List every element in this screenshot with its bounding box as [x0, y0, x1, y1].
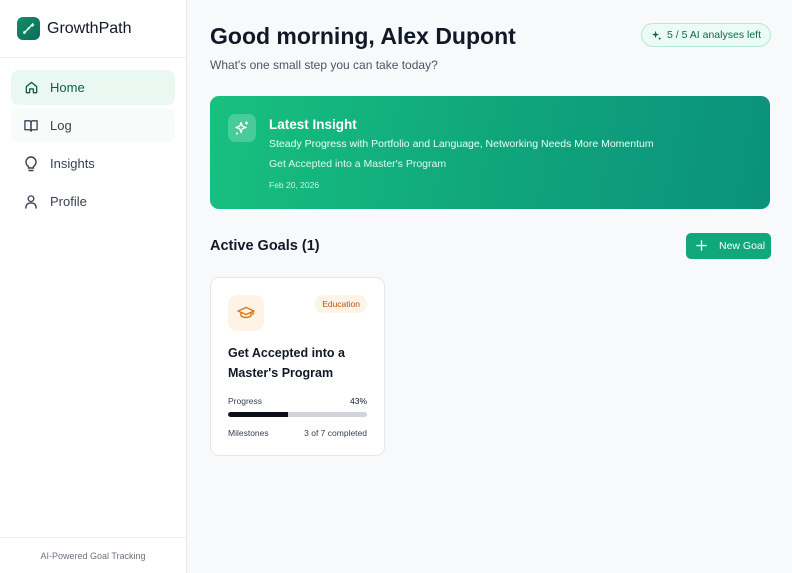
ai-analyses-text: 5 / 5 AI analyses left — [667, 29, 761, 41]
main-content: Good morning, Alex Dupont What's one sma… — [187, 0, 792, 573]
user-icon — [23, 194, 39, 210]
sidebar-item-label: Log — [50, 118, 72, 133]
sidebar-item-home[interactable]: Home — [11, 70, 175, 105]
sidebar-footer: AI-Powered Goal Tracking — [0, 537, 186, 573]
lightbulb-icon — [23, 155, 39, 172]
insight-headline: Steady Progress with Portfolio and Langu… — [269, 138, 654, 150]
insight-title: Latest Insight — [269, 117, 357, 132]
goal-card[interactable]: Education Get Accepted into a Master's P… — [210, 277, 385, 456]
goal-title: Get Accepted into a Master's Program — [228, 346, 345, 380]
milestones-value: 3 of 7 completed — [304, 428, 367, 438]
app-name: GrowthPath — [47, 19, 132, 37]
progress-value: 43% — [349, 396, 367, 406]
book-open-icon — [23, 118, 39, 134]
sparkles-icon — [228, 114, 256, 142]
category-badge: Education — [315, 295, 367, 313]
insight-goal: Get Accepted into a Master's Program — [269, 158, 447, 170]
active-goals-heading: Active Goals (1) — [210, 238, 320, 254]
sidebar-item-profile[interactable]: Profile — [11, 184, 175, 219]
ai-analyses-badge: 5 / 5 AI analyses left — [641, 23, 771, 47]
milestones-label: Milestones — [228, 428, 269, 438]
sidebar-item-label: Insights — [50, 156, 95, 171]
sidebar-nav: Home Log Insights Profile — [0, 58, 186, 219]
new-goal-button[interactable]: New Goal — [686, 233, 771, 259]
graduation-cap-icon — [228, 295, 264, 331]
home-icon — [23, 80, 39, 96]
sparkle-path-icon — [17, 17, 40, 40]
plus-icon — [696, 239, 708, 254]
sidebar-item-insights[interactable]: Insights — [11, 146, 175, 181]
progress-bar — [228, 412, 367, 417]
sparkles-icon — [651, 30, 662, 41]
sidebar: GrowthPath Home Log Insights Profile AI-… — [0, 0, 187, 573]
insight-date: Feb 20, 2026 — [269, 180, 320, 190]
brand[interactable]: GrowthPath — [0, 0, 186, 58]
sidebar-item-label: Profile — [50, 194, 87, 209]
latest-insight-card[interactable]: Latest Insight Steady Progress with Port… — [210, 96, 770, 209]
page-subtitle: What's one small step you can take today… — [210, 58, 438, 72]
sidebar-item-log[interactable]: Log — [11, 108, 175, 143]
progress-label: Progress — [228, 396, 263, 406]
page-title: Good morning, Alex Dupont — [210, 23, 516, 49]
progress-fill — [228, 412, 288, 417]
sidebar-item-label: Home — [50, 80, 85, 95]
new-goal-label: New Goal — [719, 240, 766, 252]
